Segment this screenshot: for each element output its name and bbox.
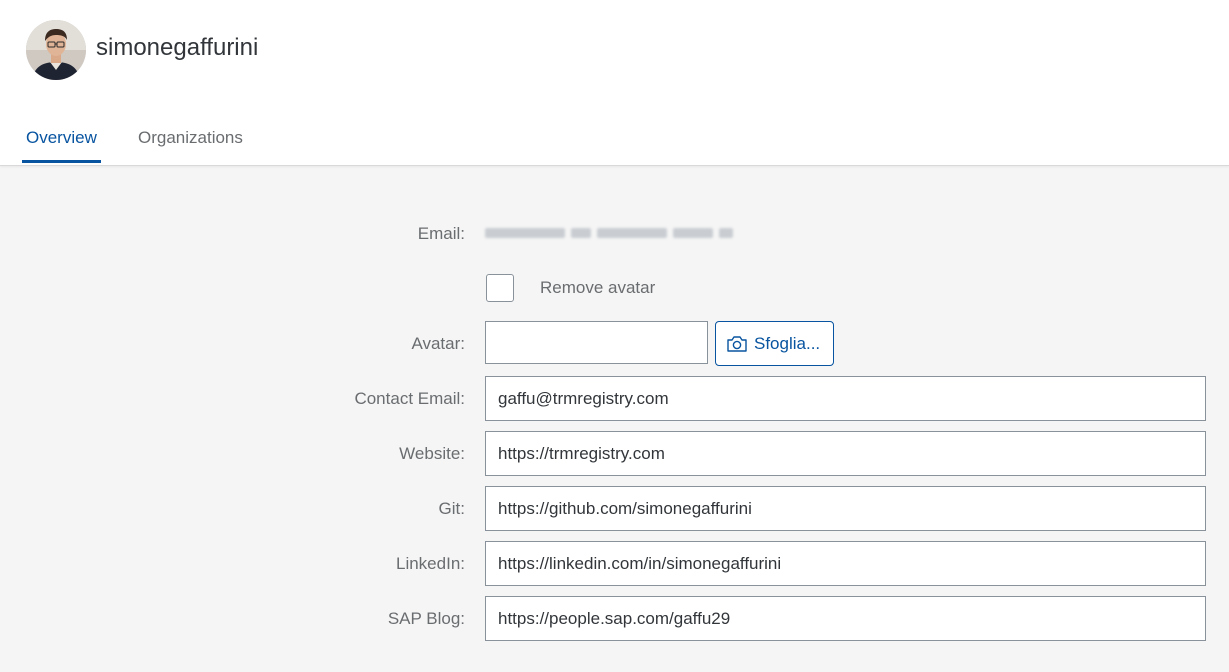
git-field[interactable]: [485, 486, 1206, 531]
email-label: Email:: [417, 224, 465, 243]
remove-avatar-checkbox[interactable]: [486, 274, 514, 302]
avatar-file-input[interactable]: [485, 321, 708, 364]
camera-icon: [726, 335, 748, 353]
contact-email-label: Contact Email:: [354, 389, 465, 408]
sap-blog-label: SAP Blog:: [387, 609, 465, 628]
sap-blog-field[interactable]: [485, 596, 1206, 641]
email-value-redacted: [485, 224, 735, 244]
git-label: Git:: [438, 499, 465, 518]
contact-email-field[interactable]: [485, 376, 1206, 421]
linkedin-field[interactable]: [485, 541, 1206, 586]
profile-header: simonegaffurini Overview Organizations: [0, 0, 1229, 166]
linkedin-label: LinkedIn:: [396, 554, 465, 573]
tab-overview[interactable]: Overview: [26, 128, 97, 148]
avatar-label: Avatar:: [411, 334, 465, 353]
browse-button[interactable]: Sfoglia...: [715, 321, 834, 366]
browse-label: Sfoglia...: [754, 333, 821, 353]
username: simonegaffurini: [96, 34, 259, 61]
website-field[interactable]: [485, 431, 1206, 476]
tab-organizations[interactable]: Organizations: [138, 128, 243, 148]
selected-tab-indicator: [22, 160, 101, 163]
remove-avatar-label: Remove avatar: [540, 278, 656, 297]
avatar: [26, 20, 86, 80]
avatar-image: [26, 20, 86, 80]
website-label: Website:: [399, 444, 465, 463]
